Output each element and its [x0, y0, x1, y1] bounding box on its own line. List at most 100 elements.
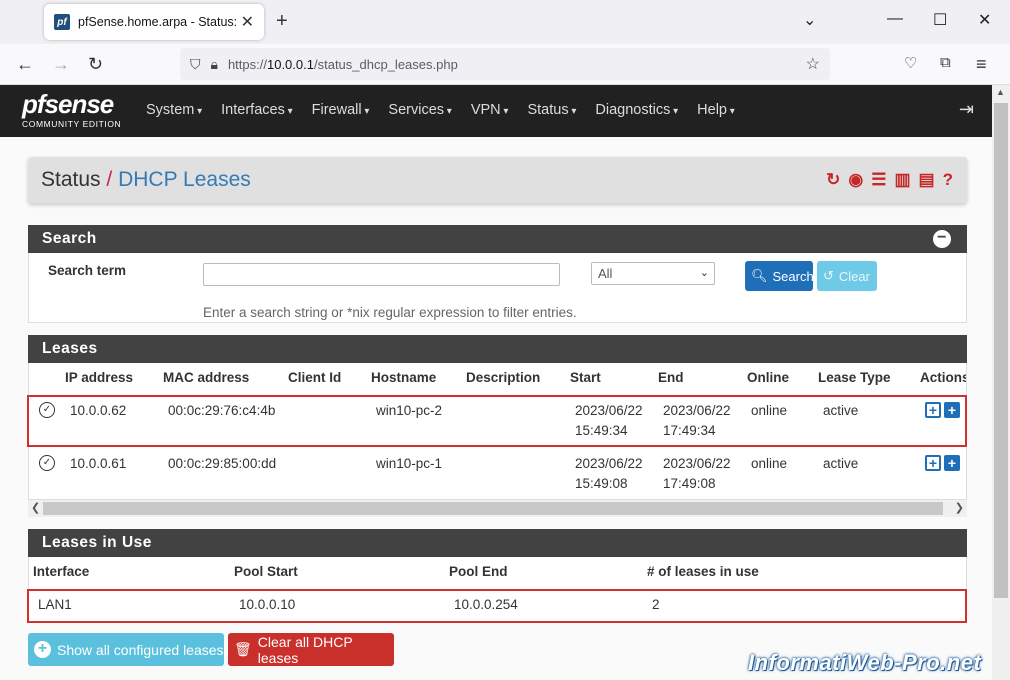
- help-icon[interactable]: ?: [943, 170, 953, 190]
- reload-icon[interactable]: ↻: [88, 54, 103, 75]
- search-input[interactable]: [203, 263, 560, 286]
- horizontal-scrollbar[interactable]: ❮ ❯: [28, 500, 967, 517]
- plus-circle-icon: +: [34, 641, 51, 658]
- menu-diagnostics[interactable]: Diagnostics: [595, 102, 678, 118]
- col-client-id[interactable]: Client Id: [288, 370, 341, 385]
- lock-icon[interactable]: 🔒︎: [211, 56, 218, 73]
- logout-icon[interactable]: ⇥: [959, 99, 974, 120]
- log-list-icon[interactable]: ▤: [919, 170, 935, 190]
- lease-mac: 00:0c:29:85:00:dd: [168, 456, 277, 471]
- leases-in-use-title: Leases in Use: [42, 534, 152, 551]
- tab-close-icon[interactable]: ✕: [241, 12, 254, 32]
- page-content: Status / DHCP Leases ↻ ◉ ☰ ▥ ▤ ? Search …: [0, 137, 992, 680]
- undo-icon: ↺: [823, 268, 834, 283]
- breadcrumb-page[interactable]: DHCP Leases: [118, 168, 251, 191]
- menu-vpn[interactable]: VPN: [471, 102, 509, 118]
- scroll-up-icon[interactable]: ▲: [996, 87, 1005, 97]
- page-title: Status / DHCP Leases: [41, 168, 251, 192]
- scroll-right-icon[interactable]: ❯: [955, 501, 964, 514]
- stop-service-icon[interactable]: ◉: [848, 170, 863, 190]
- browser-navbar: ← → ↻ ⛉ 🔒︎ https://10.0.0.1/status_dhcp_…: [0, 44, 1010, 85]
- main-menu: System Interfaces Firewall Services VPN …: [146, 102, 754, 118]
- leases-panel-heading: Leases: [28, 335, 967, 363]
- collapse-icon[interactable]: −: [933, 230, 951, 248]
- url-text[interactable]: https://10.0.0.1/status_dhcp_leases.php: [228, 57, 458, 72]
- check-circle-icon: ✓: [39, 455, 55, 471]
- watermark: InformatiWeb-Pro.net: [748, 650, 982, 675]
- settings-sliders-icon[interactable]: ☰: [871, 170, 886, 190]
- breadcrumb: Status / DHCP Leases ↻ ◉ ☰ ▥ ▤ ?: [28, 157, 967, 203]
- forward-icon[interactable]: →: [52, 54, 70, 75]
- menu-system[interactable]: System: [146, 102, 202, 118]
- search-panel-body: Search term All ⌄ 🔍︎ Search ↺ Clear Ente…: [28, 253, 967, 323]
- menu-hamburger-icon[interactable]: ≡: [976, 54, 987, 75]
- menu-status[interactable]: Status: [527, 102, 576, 118]
- clear-button[interactable]: ↺ Clear: [817, 261, 877, 291]
- browser-tab[interactable]: pf pfSense.home.arpa - Status: DH ✕: [44, 4, 264, 40]
- lease-online: online: [751, 456, 788, 471]
- back-icon[interactable]: ←: [16, 54, 34, 75]
- col-pool-start[interactable]: Pool Start: [234, 564, 298, 579]
- breadcrumb-section[interactable]: Status: [41, 168, 101, 191]
- pfsense-favicon-icon: pf: [54, 14, 70, 30]
- col-end[interactable]: End: [658, 370, 684, 385]
- search-term-label: Search term: [48, 263, 127, 278]
- show-all-leases-button[interactable]: + Show all configured leases: [28, 633, 224, 666]
- menu-help[interactable]: Help: [697, 102, 735, 118]
- col-mac[interactable]: MAC address: [163, 370, 249, 385]
- shield-icon[interactable]: ⛉: [190, 56, 201, 73]
- col-hostname[interactable]: Hostname: [371, 370, 436, 385]
- pfsense-logo[interactable]: pfsense COMMUNITY EDITION: [22, 91, 121, 129]
- pfsense-header: pfsense COMMUNITY EDITION System Interfa…: [0, 85, 992, 137]
- search-button[interactable]: 🔍︎ Search: [745, 261, 814, 291]
- address-bar[interactable]: ⛉ 🔒︎ https://10.0.0.1/status_dhcp_leases…: [180, 48, 830, 80]
- pocket-icon[interactable]: ♡: [904, 54, 917, 72]
- highlight-box: [27, 395, 967, 447]
- col-actions: Actions: [920, 370, 967, 385]
- bookmark-star-icon[interactable]: ☆: [806, 54, 820, 74]
- lease-start-time: 15:49:08: [575, 476, 628, 491]
- browser-tabstrip: pf pfSense.home.arpa - Status: DH ✕ + ⌄ …: [0, 0, 1010, 44]
- lease-start-date: 2023/06/22: [575, 456, 643, 471]
- menu-services[interactable]: Services: [388, 102, 451, 118]
- col-lease-type[interactable]: Lease Type: [818, 370, 891, 385]
- col-interface[interactable]: Interface: [33, 564, 89, 579]
- scroll-left-icon[interactable]: ❮: [31, 501, 40, 514]
- col-description[interactable]: Description: [466, 370, 540, 385]
- col-pool-end[interactable]: Pool End: [449, 564, 508, 579]
- search-panel-title: Search: [42, 230, 97, 247]
- vertical-scrollbar[interactable]: ▲: [992, 85, 1010, 680]
- tab-list-chevron-icon[interactable]: ⌄: [803, 10, 816, 30]
- menu-interfaces[interactable]: Interfaces: [221, 102, 292, 118]
- lease-hostname: win10-pc-1: [376, 456, 443, 471]
- leases-panel-title: Leases: [42, 340, 98, 357]
- scroll-thumb[interactable]: [994, 103, 1008, 598]
- restart-service-icon[interactable]: ↻: [826, 170, 840, 190]
- search-help-text: Enter a search string or *nix regular ex…: [203, 305, 577, 320]
- new-tab-icon[interactable]: +: [276, 10, 288, 33]
- clear-all-leases-button[interactable]: 🗑︎ Clear all DHCP leases: [228, 633, 394, 666]
- col-online[interactable]: Online: [747, 370, 789, 385]
- add-static-mapping-icon[interactable]: +: [925, 455, 941, 471]
- search-scope-select[interactable]: All ⌄: [591, 262, 715, 285]
- add-wol-mapping-icon[interactable]: +: [944, 455, 960, 471]
- search-icon: 🔍︎: [751, 268, 768, 283]
- leases-in-use-heading: Leases in Use: [28, 529, 967, 557]
- col-leases-count[interactable]: # of leases in use: [647, 564, 759, 579]
- lease-type: active: [823, 456, 859, 471]
- extensions-icon[interactable]: ⧉: [940, 54, 951, 71]
- col-start[interactable]: Start: [570, 370, 601, 385]
- close-window-icon[interactable]: ✕: [978, 10, 991, 30]
- minimize-icon[interactable]: —: [887, 10, 903, 28]
- highlight-box: [27, 589, 967, 623]
- chevron-down-icon: ⌄: [699, 267, 709, 279]
- graph-icon[interactable]: ▥: [894, 170, 910, 190]
- menu-firewall[interactable]: Firewall: [312, 102, 370, 118]
- trash-icon: 🗑︎: [234, 641, 252, 657]
- breadcrumb-separator: /: [106, 168, 113, 191]
- search-panel-heading: Search −: [28, 225, 967, 253]
- maximize-icon[interactable]: ☐: [933, 10, 947, 30]
- col-ip[interactable]: IP address: [65, 370, 133, 385]
- lease-ip: 10.0.0.61: [70, 456, 127, 471]
- scroll-thumb[interactable]: [43, 502, 943, 515]
